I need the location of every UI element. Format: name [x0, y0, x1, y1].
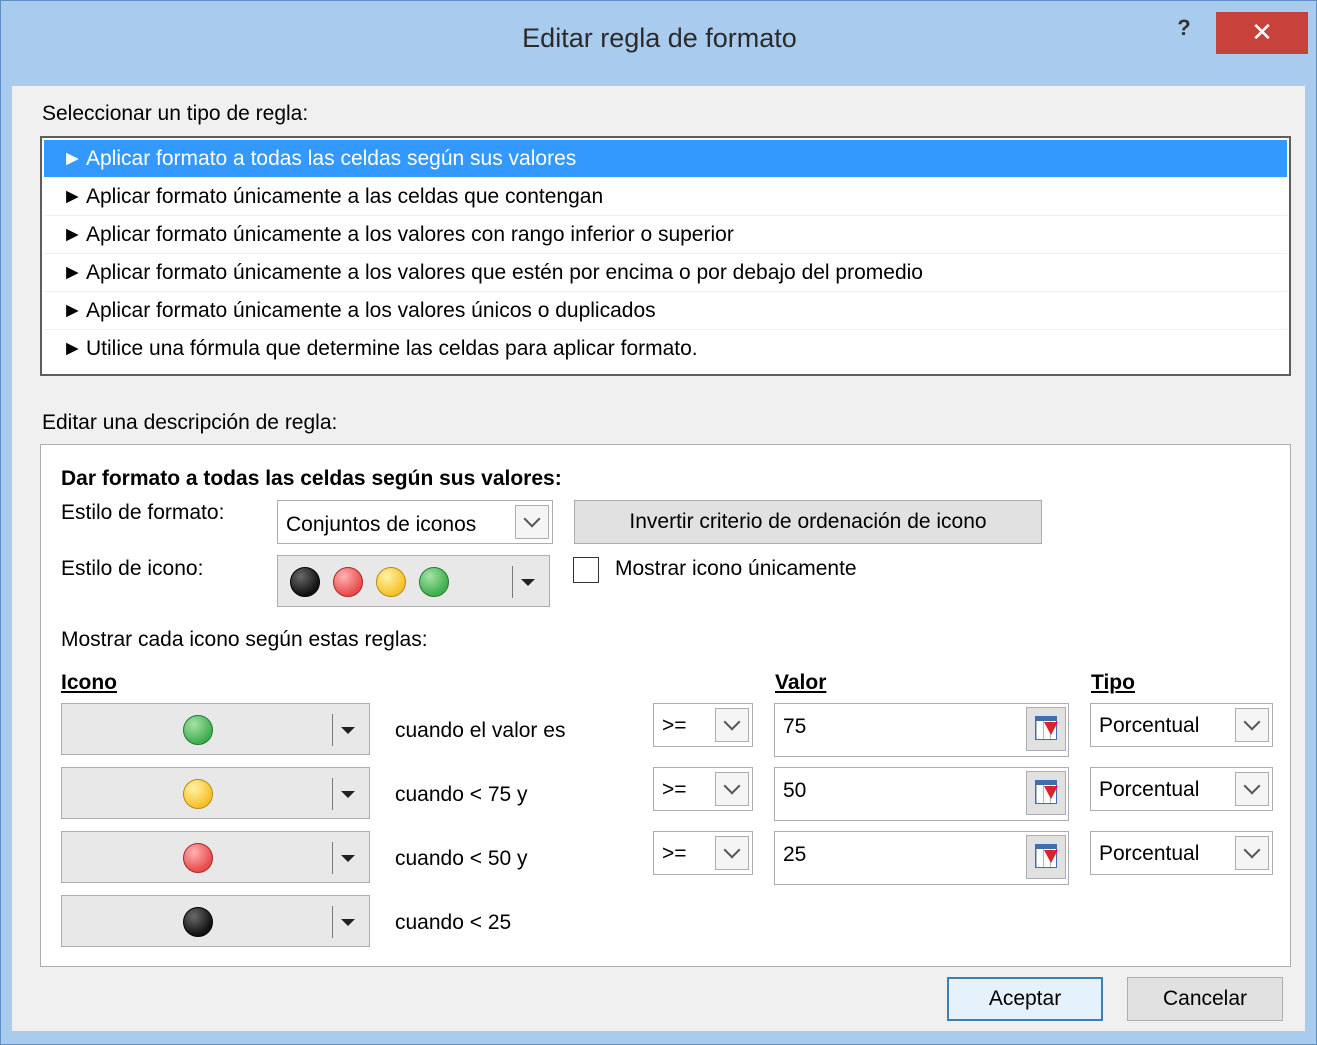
chevron-down-icon	[341, 727, 355, 734]
arrow-icon: ►	[62, 223, 83, 246]
red-circle-icon	[183, 843, 213, 873]
type-select[interactable]: Porcentual	[1090, 831, 1273, 875]
row-icon-select[interactable]	[61, 703, 370, 755]
chevron-down-icon	[723, 841, 741, 859]
chevron-down-icon	[723, 777, 741, 795]
row-condition: cuando < 75 y	[395, 783, 528, 806]
icon-style-label: Estilo de icono:	[61, 557, 204, 580]
operator-dropdown[interactable]	[715, 708, 749, 742]
dialog-body: Seleccionar un tipo de regla: ► Aplicar f…	[11, 85, 1306, 1032]
operator-dropdown[interactable]	[715, 772, 749, 806]
format-style-select[interactable]: Conjuntos de iconos	[277, 500, 553, 544]
row-icon-select[interactable]	[61, 767, 370, 819]
cell-reference-button[interactable]	[1026, 771, 1066, 815]
operator-dropdown[interactable]	[715, 836, 749, 870]
title-bar[interactable]: Editar regla de formato ? ✕	[1, 1, 1317, 85]
operator-select[interactable]: >=	[653, 767, 753, 811]
black-circle-icon	[183, 907, 213, 937]
cell-reference-button[interactable]	[1026, 707, 1066, 751]
row-condition: cuando < 50 y	[395, 847, 528, 870]
close-button[interactable]: ✕	[1216, 12, 1308, 54]
format-style-label: Estilo de formato:	[61, 501, 225, 524]
type-column-header: Tipo	[1091, 671, 1135, 694]
chevron-down-icon	[341, 791, 355, 798]
rule-type-label: Seleccionar un tipo de regla:	[42, 102, 309, 125]
rule-type-item[interactable]: ► Aplicar formato a todas las celdas segú…	[44, 140, 1287, 178]
rule-type-item[interactable]: ► Aplicar formato únicamente a los valore…	[44, 292, 1287, 330]
description-label: Editar una descripción de regla:	[42, 411, 338, 434]
value-column-header: Valor	[775, 671, 827, 694]
chevron-down-icon	[1243, 777, 1261, 795]
edit-format-rule-dialog: Editar regla de formato ? ✕ Seleccionar …	[0, 0, 1317, 1045]
value-input[interactable]: 25	[774, 831, 1069, 885]
cell-reference-button[interactable]	[1026, 835, 1066, 879]
rule-type-list[interactable]: ► Aplicar formato a todas las celdas segú…	[40, 136, 1291, 376]
type-dropdown[interactable]	[1235, 772, 1269, 806]
cancel-button[interactable]: Cancelar	[1127, 977, 1283, 1021]
chevron-down-icon	[723, 713, 741, 731]
icon-style-select[interactable]	[277, 555, 550, 607]
type-select[interactable]: Porcentual	[1090, 703, 1273, 747]
type-select[interactable]: Porcentual	[1090, 767, 1273, 811]
chevron-down-icon	[1243, 841, 1261, 859]
rule-type-item[interactable]: ► Aplicar formato únicamente a las celdas…	[44, 178, 1287, 216]
rule-type-item[interactable]: ► Utilice una fórmula que determine las c…	[44, 330, 1287, 368]
value-input[interactable]: 75	[774, 703, 1069, 757]
description-heading: Dar formato a todas las celdas según sus…	[61, 467, 562, 490]
arrow-icon: ►	[62, 261, 83, 284]
show-icon-only-checkbox[interactable]	[573, 557, 599, 583]
arrow-icon: ►	[62, 337, 83, 360]
rule-type-item[interactable]: ► Aplicar formato únicamente a los valore…	[44, 216, 1287, 254]
chevron-down-icon	[523, 510, 541, 528]
operator-select[interactable]: >=	[653, 831, 753, 875]
yellow-circle-icon	[376, 567, 406, 597]
arrow-icon: ►	[62, 299, 83, 322]
yellow-circle-icon	[183, 779, 213, 809]
red-circle-icon	[333, 567, 363, 597]
rule-type-item[interactable]: ► Aplicar formato únicamente a los valore…	[44, 254, 1287, 292]
icon-column-header: Icono	[61, 671, 117, 694]
row-condition: cuando < 25	[395, 911, 512, 934]
black-circle-icon	[290, 567, 320, 597]
value-input[interactable]: 50	[774, 767, 1069, 821]
format-style-value: Conjuntos de iconos	[286, 513, 477, 536]
dialog-title: Editar regla de formato	[522, 23, 797, 53]
close-icon: ✕	[1251, 17, 1273, 47]
green-circle-icon	[183, 715, 213, 745]
rule-description-panel: Dar formato a todas las celdas según sus…	[40, 444, 1291, 967]
chevron-down-icon	[521, 579, 535, 586]
type-dropdown[interactable]	[1235, 708, 1269, 742]
arrow-icon: ►	[62, 185, 83, 208]
format-style-dropdown[interactable]	[515, 505, 549, 539]
green-circle-icon	[419, 567, 449, 597]
operator-select[interactable]: >=	[653, 703, 753, 747]
show-icon-only-label[interactable]: Mostrar icono únicamente	[615, 557, 857, 581]
chevron-down-icon	[341, 919, 355, 926]
chevron-down-icon	[1243, 713, 1261, 731]
arrow-icon: ►	[62, 147, 83, 170]
row-icon-select[interactable]	[61, 895, 370, 947]
row-condition: cuando el valor es	[395, 719, 566, 742]
chevron-down-icon	[341, 855, 355, 862]
type-dropdown[interactable]	[1235, 836, 1269, 870]
rules-caption: Mostrar cada icono según estas reglas:	[61, 628, 428, 651]
help-button[interactable]: ?	[1169, 15, 1199, 45]
ok-button[interactable]: Aceptar	[947, 977, 1103, 1021]
reverse-icon-order-button[interactable]: Invertir criterio de ordenación de icono	[574, 500, 1042, 544]
row-icon-select[interactable]	[61, 831, 370, 883]
